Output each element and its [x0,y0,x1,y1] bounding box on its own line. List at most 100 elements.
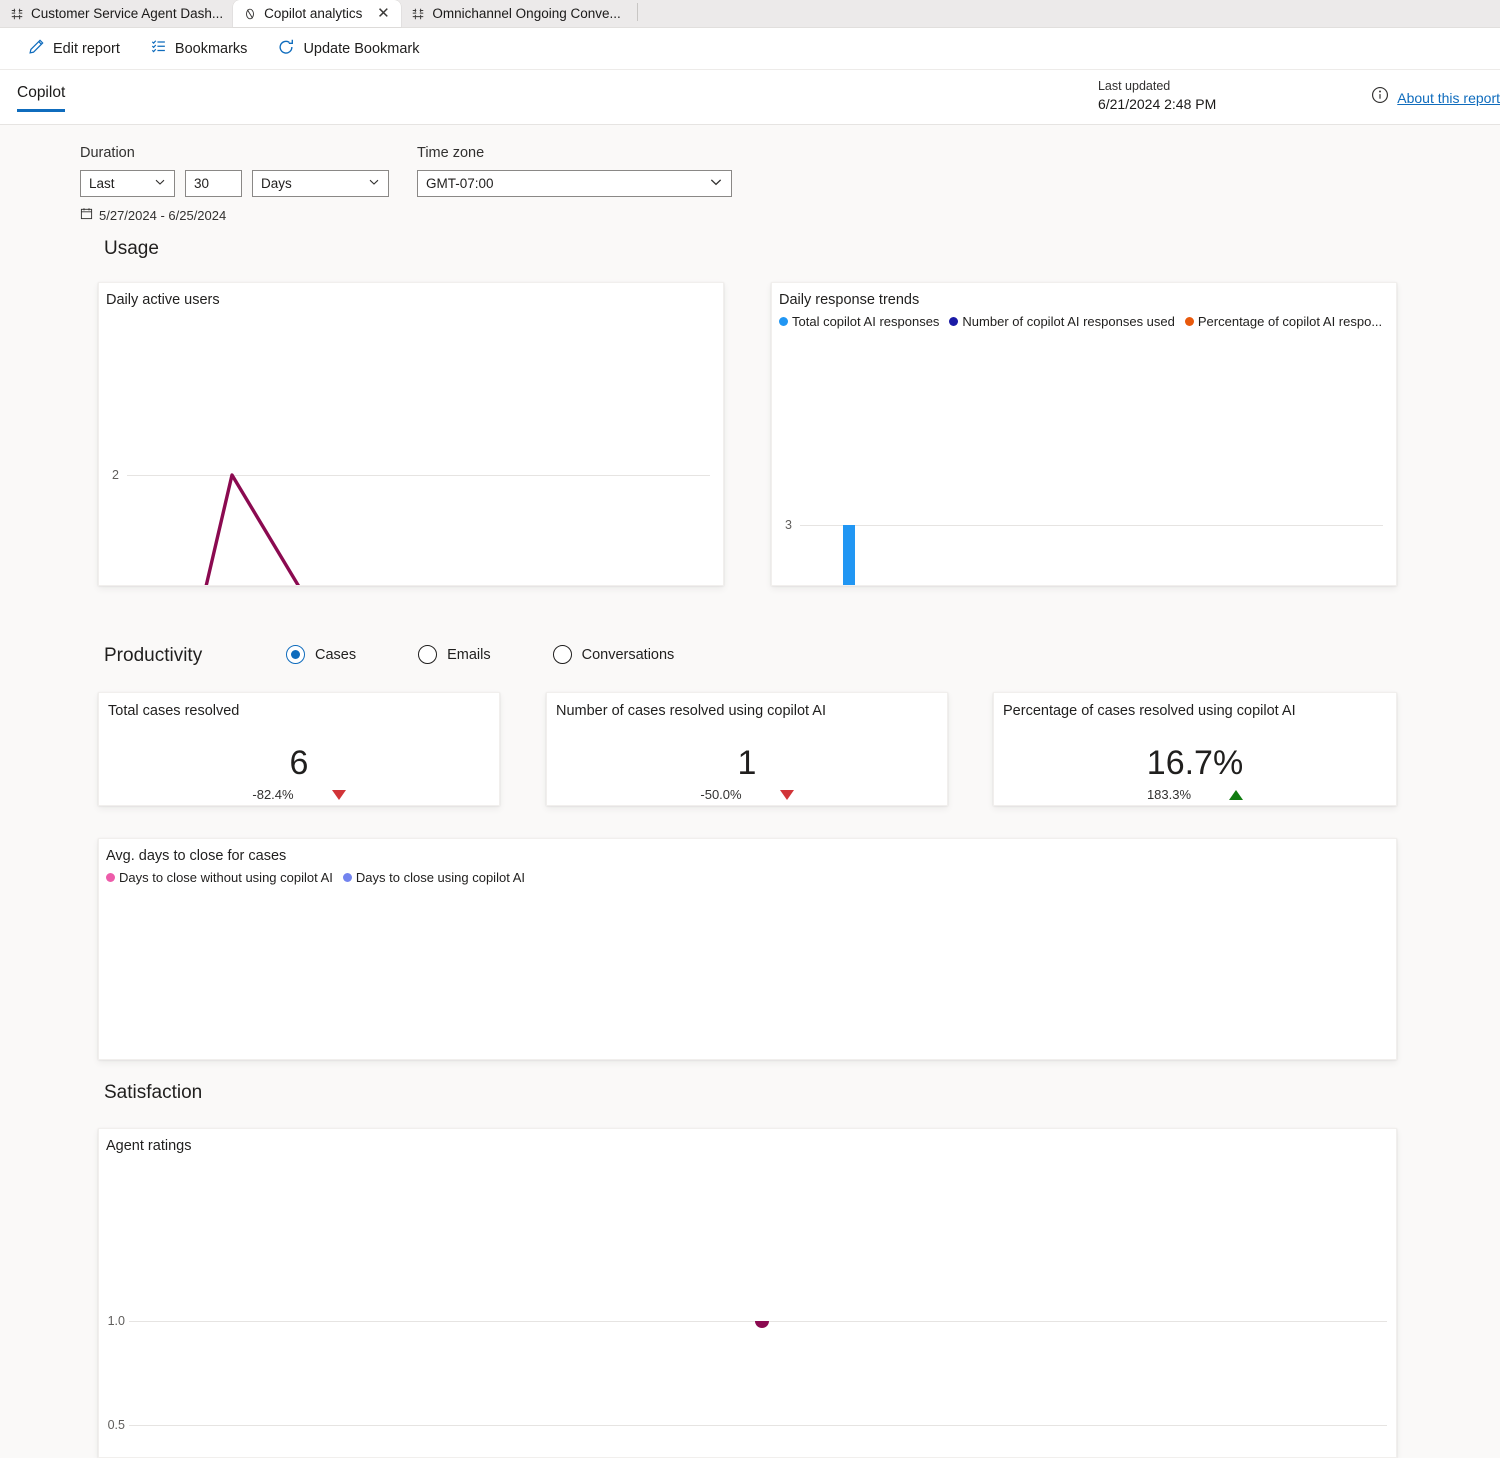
last-updated: Last updated 6/21/2024 2:48 PM [1098,78,1216,114]
y-axis-tick: 1.0 [107,1314,125,1328]
duration-unit-value: Days [261,176,292,191]
close-icon[interactable]: ✕ [375,6,391,22]
series-thumbs-down [755,1321,769,1328]
last-updated-label: Last updated [1097,79,1171,93]
radio-indicator[interactable] [286,645,305,664]
legend-color-swatch [779,317,788,326]
edit-report-label: Edit report [53,40,120,57]
timezone-filter: Time zone GMT-07:00 [417,145,732,197]
chevron-down-icon [709,175,723,192]
section-title-productivity: Productivity [104,645,203,666]
duration-number-input[interactable]: 30 [185,170,242,197]
browser-tab-label: Omnichannel Ongoing Conve... [432,6,621,21]
bar[interactable] [843,525,855,585]
date-range-value: 5/27/2024 - 6/25/2024 [99,207,227,223]
kpi-title: Number of cases resolved using copilot A… [556,703,826,719]
browser-tab-label: Customer Service Agent Dash... [31,6,224,21]
kpi-delta: 183.3% [994,787,1396,802]
update-bookmark-button[interactable]: Update Bookmark [271,34,425,64]
tab-copilot[interactable]: Copilot [17,84,66,112]
legend-color-swatch [1184,317,1194,326]
card-title-daily-active-users: Daily active users [106,292,220,308]
legend-item[interactable]: Percentage of copilot AI respo... [1184,314,1383,329]
card-title-avg-days-to-close: Avg. days to close for cases [106,848,287,864]
update-bookmark-label: Update Bookmark [303,40,420,57]
report-header: Copilot Last updated 6/21/2024 2:48 PM A… [0,70,1500,125]
kpi-delta: -50.0% [547,787,947,802]
duration-filter: Duration Last 30 Days [80,145,389,197]
edit-report-button[interactable]: Edit report [22,34,126,63]
trend-down-icon [331,789,346,800]
duration-label: Duration [80,145,135,161]
bookmarks-button[interactable]: Bookmarks [144,34,254,63]
radio-label: Conversations [581,646,675,663]
kpi-value: 1 [737,744,757,782]
legend-item[interactable]: Total copilot AI responses [779,314,939,329]
legend-label: Days to close without using copilot AI [119,870,333,885]
kpi-card-number-of-cases-resolved-using-copilot-ai: Number of cases resolved using copilot A… [546,692,948,806]
about-this-report[interactable]: About this report [1371,86,1500,109]
browser-tab-strip: Customer Service Agent Dash... Copilot a… [0,0,1500,28]
radio-emails[interactable]: Emails [418,645,491,664]
card-title-daily-response-trends: Daily response trends [779,292,920,308]
series-days-to-close-without-copilot [99,885,1397,1060]
radio-cases[interactable]: Cases [286,645,356,664]
duration-number-value: 30 [194,176,210,191]
duration-unit-select[interactable]: Days [252,170,389,197]
kpi-delta-value: 183.3% [1146,787,1192,802]
header-right: Last updated 6/21/2024 2:48 PM About thi… [1098,78,1500,114]
filter-bar: Duration Last 30 Days Time zone GMT-07:0… [80,145,732,223]
date-range: 5/27/2024 - 6/25/2024 [80,207,732,223]
browser-tab-customer-service-agent-dashboard[interactable]: Customer Service Agent Dash... [0,0,233,27]
command-bar: Edit report Bookmarks Update Bookmark [0,28,1500,70]
tab-copilot-label: Copilot [17,84,66,101]
duration-mode-select[interactable]: Last [80,170,175,197]
y-axis-tick: 0.5 [107,1418,125,1432]
card-daily-active-users: Daily active users 2 1 0 Jun 02 Jun 09 J… [98,282,724,586]
duration-mode-value: Last [89,176,115,191]
legend-avg-days-to-close: Days to close without using copilot AI D… [99,864,1396,885]
chart-daily-active-users: 2 1 0 Jun 02 Jun 09 Jun 16 [99,308,723,585]
radio-conversations[interactable]: Conversations [552,645,675,664]
report-canvas: Duration Last 30 Days Time zone GMT-07:0… [0,125,1500,1458]
gridline [800,525,1383,526]
timezone-select[interactable]: GMT-07:00 [417,170,732,197]
legend-label: Days to close using copilot AI [355,870,525,885]
legend-item[interactable]: Number of copilot AI responses used [949,314,1175,329]
about-this-report-link[interactable]: About this report [1397,90,1500,106]
trend-down-icon [779,789,794,800]
card-title-agent-ratings: Agent ratings [106,1138,192,1154]
list-icon [150,38,167,59]
card-agent-ratings: Agent ratings 1.0 0.5 0.0 May 31 Thumbs … [98,1128,1397,1458]
radio-indicator[interactable] [552,645,572,664]
legend-color-swatch [342,873,352,882]
kpi-delta-value: -50.0% [700,787,742,802]
kpi-card-total-cases-resolved: Total cases resolved 6 -82.4% [98,692,500,806]
productivity-toggle-group: Cases Emails Conversations [286,645,736,664]
legend-item[interactable]: Days to close using copilot AI [342,870,525,885]
browser-tab-label: Copilot analytics [264,6,363,21]
card-avg-days-to-close-for-cases: Avg. days to close for cases Days to clo… [98,838,1397,1060]
last-updated-value: 6/21/2024 2:48 PM [1097,96,1217,112]
copilot-icon [243,7,257,21]
info-icon [1371,86,1389,109]
legend-label: Percentage of copilot AI respo... [1197,314,1383,329]
bookmarks-label: Bookmarks [174,40,248,57]
legend-color-swatch [949,317,959,326]
y-axis-tick: 3 [785,518,792,532]
browser-tab-copilot-analytics[interactable]: Copilot analytics ✕ [233,0,402,27]
chevron-down-icon [368,176,380,191]
legend-item[interactable]: Days to close without using copilot AI [106,870,333,885]
timezone-label: Time zone [417,145,485,161]
browser-tab-omnichannel-ongoing-conversations[interactable]: Omnichannel Ongoing Conve... [401,0,630,27]
grid-icon [10,7,24,21]
radio-label: Cases [315,646,357,663]
section-title-usage: Usage [104,238,159,259]
section-title-satisfaction: Satisfaction [104,1082,203,1103]
legend-label: Total copilot AI responses [792,314,940,329]
radio-indicator[interactable] [418,645,438,664]
trend-up-icon [1229,789,1244,800]
chevron-down-icon [154,176,166,191]
card-daily-response-trends: Daily response trends Total copilot AI r… [771,282,1397,586]
kpi-delta: -82.4% [99,787,499,802]
